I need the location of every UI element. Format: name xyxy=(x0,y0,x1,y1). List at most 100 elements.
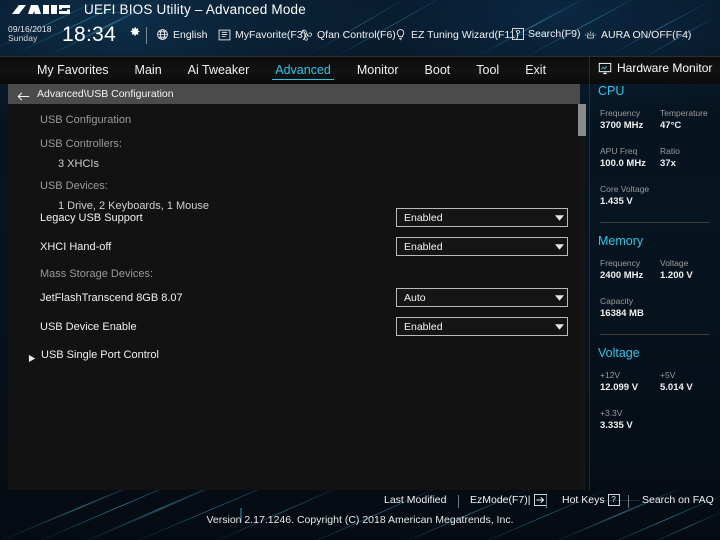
dropdown-xhci-hand-off[interactable]: Enabled xyxy=(396,237,568,256)
hwm-value-apu-freq: 100.0 MHz xyxy=(600,158,646,169)
aura-light-icon xyxy=(584,28,597,41)
tool-divider xyxy=(146,27,147,44)
row-usb-device-enable: USB Device Enable Enabled xyxy=(8,315,580,339)
right-arrow-icon xyxy=(28,350,37,363)
search-on-faq-link[interactable]: Search on FAQ xyxy=(642,494,714,506)
hwm-value-cpu-temperature: 47°C xyxy=(660,120,682,131)
ez-tuning-wizard-button[interactable]: EZ Tuning Wizard(F11) xyxy=(394,28,519,41)
row-usb-configuration: USB Configuration xyxy=(8,108,580,132)
settings-panel: USB Configuration USB Controllers: 3 XHC… xyxy=(8,104,580,490)
row-mass-storage-devices: Mass Storage Devices: xyxy=(8,262,580,286)
star-list-icon xyxy=(218,28,231,41)
hwm-key-cpu-frequency: Frequency xyxy=(600,108,641,118)
hwm-section-voltage: Voltage xyxy=(598,346,640,360)
hwm-value-12v: 12.099 V xyxy=(600,382,639,393)
row-legacy-usb-support: Legacy USB Support Enabled xyxy=(8,206,580,230)
hwm-value-ratio: 37x xyxy=(660,158,676,169)
ez-tuning-label: EZ Tuning Wizard(F11) xyxy=(411,28,519,41)
tab-advanced[interactable]: Advanced xyxy=(262,57,344,84)
heading-usb-configuration: USB Configuration xyxy=(40,114,132,126)
bios-screen: UEFI BIOS Utility – Advanced Mode 09/16/… xyxy=(0,0,720,540)
tab-boot[interactable]: Boot xyxy=(412,57,464,84)
hardware-monitor-header: Hardware Monitor xyxy=(594,58,712,78)
dropdown-value-xhci-hand-off: Enabled xyxy=(404,240,443,253)
hwm-key-memory-voltage: Voltage xyxy=(660,258,689,268)
chevron-down-icon xyxy=(551,209,567,226)
lightbulb-icon xyxy=(394,28,407,41)
title-bar: UEFI BIOS Utility – Advanced Mode xyxy=(0,0,720,22)
hwm-key-memory-frequency: Frequency xyxy=(600,258,641,268)
gear-icon[interactable] xyxy=(128,25,141,38)
hwm-key-5v: +5V xyxy=(660,370,676,380)
footer-divider-2 xyxy=(546,495,547,508)
dropdown-value-usb-device-enable: Enabled xyxy=(404,320,443,333)
search-button[interactable]: ? Search(F9) xyxy=(512,28,581,40)
ezmode-link[interactable]: EzMode(F7)| xyxy=(470,494,547,506)
dropdown-legacy-usb-support[interactable]: Enabled xyxy=(396,208,568,227)
fan-icon xyxy=(300,28,313,41)
exit-arrow-icon xyxy=(533,494,547,506)
hardware-monitor-title: Hardware Monitor xyxy=(617,61,713,75)
aura-label: AURA ON/OFF(F4) xyxy=(601,28,692,41)
version-text: Version 2.17.1246. Copyright (C) 2018 Am… xyxy=(206,514,514,526)
hwm-key-core-voltage: Core Voltage xyxy=(600,184,650,194)
row-xhci-hand-off: XHCI Hand-off Enabled xyxy=(8,235,580,259)
dropdown-jetflash-transcend[interactable]: Auto xyxy=(396,288,568,307)
hot-keys-link[interactable]: Hot Keys ? xyxy=(562,494,620,506)
weekday-text: Sunday xyxy=(8,32,38,43)
last-modified-link[interactable]: Last Modified xyxy=(384,494,446,506)
tab-tool[interactable]: Tool xyxy=(463,57,512,84)
hwm-key-33v: +3.3V xyxy=(600,408,623,418)
hot-keys-label: Hot Keys xyxy=(562,494,605,506)
row-jetflash-transcend: JetFlashTranscend 8GB 8.07 Auto xyxy=(8,286,580,310)
footer-divider-3 xyxy=(628,495,629,508)
qfan-control-button[interactable]: Qfan Control(F6) xyxy=(300,28,396,41)
row-xhci-count: 3 XHCIs xyxy=(8,152,580,176)
globe-icon xyxy=(156,28,169,41)
scrollbar-thumb[interactable] xyxy=(578,104,586,136)
hwm-value-memory-voltage: 1.200 V xyxy=(660,270,693,281)
tab-exit[interactable]: Exit xyxy=(512,57,559,84)
footer: Last Modified EzMode(F7)| Hot Keys ? Sea… xyxy=(0,490,720,540)
dropdown-value-jetflash-transcend: Auto xyxy=(404,291,426,304)
tab-ai-tweaker[interactable]: Ai Tweaker xyxy=(175,57,263,84)
hwm-key-capacity: Capacity xyxy=(600,296,634,306)
label-usb-device-enable: USB Device Enable xyxy=(40,321,137,333)
tool-strip: 09/16/2018 Sunday 18:34 English MyFavori… xyxy=(0,22,720,56)
footer-bar: Last Modified EzMode(F7)| Hot Keys ? Sea… xyxy=(0,490,720,514)
ezmode-label: EzMode(F7)| xyxy=(470,494,531,506)
question-key-icon: ? xyxy=(607,494,620,506)
breadcrumb-path: Advanced\USB Configuration xyxy=(37,88,174,100)
tab-main[interactable]: Main xyxy=(122,57,175,84)
hwm-value-core-voltage: 1.435 V xyxy=(600,196,633,207)
breadcrumb[interactable]: Advanced\USB Configuration xyxy=(8,84,580,104)
heading-mass-storage-devices: Mass Storage Devices: xyxy=(40,268,154,280)
hwm-value-cpu-frequency: 3700 MHz xyxy=(600,120,644,131)
language-button[interactable]: English xyxy=(156,28,207,41)
submenu-usb-single-port-control[interactable]: USB Single Port Control xyxy=(8,344,580,366)
hwm-value-capacity: 16384 MB xyxy=(600,308,644,319)
dropdown-usb-device-enable[interactable]: Enabled xyxy=(396,317,568,336)
back-arrow-icon[interactable] xyxy=(17,89,30,101)
hwm-divider-2 xyxy=(600,334,710,335)
label-xhci-hand-off: XHCI Hand-off xyxy=(40,241,112,253)
tab-list: My Favorites Main Ai Tweaker Advanced Mo… xyxy=(24,57,559,84)
hwm-value-memory-frequency: 2400 MHz xyxy=(600,270,644,281)
tab-monitor[interactable]: Monitor xyxy=(344,57,412,84)
hwm-divider-1 xyxy=(600,222,710,223)
asus-logo-icon xyxy=(10,2,72,19)
dropdown-value-legacy-usb-support: Enabled xyxy=(404,211,443,224)
scrollbar-track[interactable] xyxy=(578,104,586,490)
myfavorite-button[interactable]: MyFavorite(F3) xyxy=(218,28,306,41)
label-legacy-usb-support: Legacy USB Support xyxy=(40,212,143,224)
chevron-down-icon xyxy=(551,289,567,306)
date-block: 09/16/2018 Sunday xyxy=(8,25,52,43)
tab-my-favorites[interactable]: My Favorites xyxy=(24,57,122,84)
language-label: English xyxy=(173,28,208,41)
chevron-down-icon xyxy=(551,238,567,255)
aura-toggle-button[interactable]: AURA ON/OFF(F4) xyxy=(584,28,691,41)
hwm-section-cpu: CPU xyxy=(598,84,625,98)
hwm-key-ratio: Ratio xyxy=(660,146,680,156)
hwm-value-33v: 3.335 V xyxy=(600,420,633,431)
myfavorite-label: MyFavorite(F3) xyxy=(235,28,307,41)
